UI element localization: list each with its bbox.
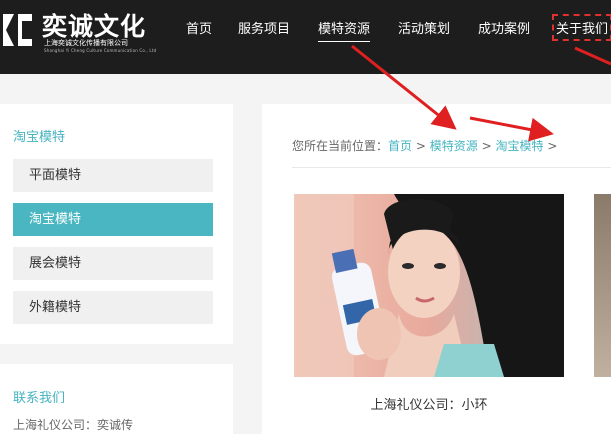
contact-title: 联系我们 (13, 391, 66, 406)
nav-item-services[interactable]: 服务项目 (238, 18, 290, 37)
main-content: 您所在当前位置：首页 > 模特资源 > 淘宝模特 > 上海礼仪公司：小环 (262, 104, 611, 434)
breadcrumb-models-link[interactable]: 模特资源 (430, 139, 478, 153)
model-photo[interactable] (294, 194, 564, 377)
breadcrumb-prefix: 您所在当前位置： (292, 139, 389, 153)
sidebar-item-taobao-models[interactable]: 淘宝模特 (13, 203, 213, 236)
nav-item-about[interactable]: 关于我们 (551, 14, 611, 41)
logo-subtitle-en: Shanghai Yi Cheng Culture Communication … (44, 48, 157, 53)
logo-subtitle: 上海奕诚文化传播有限公司 (44, 39, 128, 47)
site-header: 奕诚文化 上海奕诚文化传播有限公司 Shanghai Yi Cheng Cult… (0, 0, 611, 74)
divider (292, 167, 611, 168)
nav-item-events[interactable]: 活动策划 (398, 18, 450, 37)
breadcrumb: 您所在当前位置：首页 > 模特资源 > 淘宝模特 > (292, 137, 557, 154)
nav-item-cases[interactable]: 成功案例 (478, 18, 530, 37)
breadcrumb-separator: > (481, 139, 492, 153)
logo-mark-icon[interactable] (0, 10, 34, 50)
sidebar-item-foreign-models[interactable]: 外籍模特 (13, 291, 213, 324)
nav-item-models[interactable]: 模特资源 (318, 18, 371, 42)
breadcrumb-home-link[interactable]: 首页 (388, 139, 412, 153)
sidebar-item-print-models[interactable]: 平面模特 (13, 159, 213, 192)
sidebar-contact: 联系我们 上海礼仪公司：奕诚传 (0, 364, 233, 434)
breadcrumb-separator: > (547, 139, 558, 153)
sidebar-title: 淘宝模特 (13, 130, 66, 145)
breadcrumb-taobao-link[interactable]: 淘宝模特 (495, 139, 543, 153)
breadcrumb-separator: > (415, 139, 426, 153)
photo-caption[interactable]: 上海礼仪公司：小环 (294, 394, 564, 413)
nav-item-home[interactable]: 首页 (186, 18, 212, 37)
sidebar-item-expo-models[interactable]: 展会模特 (13, 247, 213, 280)
model-photo-partial[interactable] (594, 194, 611, 377)
sidebar-categories: 淘宝模特 平面模特 淘宝模特 展会模特 外籍模特 (0, 104, 233, 344)
